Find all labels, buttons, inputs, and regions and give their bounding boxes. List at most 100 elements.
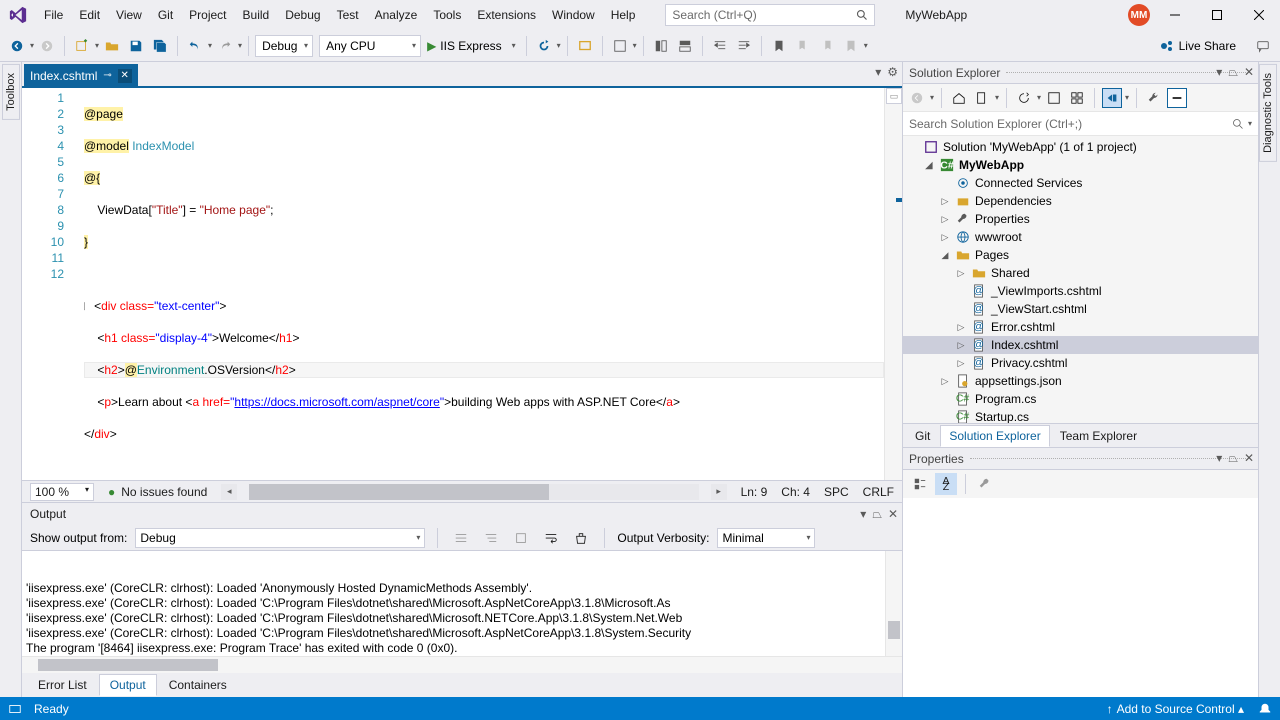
close-tab-button[interactable]: ✕ [118, 69, 132, 83]
indent-mode-label[interactable]: SPC [824, 485, 849, 499]
sol-refresh-button[interactable] [1014, 88, 1034, 108]
tree-viewimports[interactable]: @_ViewImports.cshtml [903, 282, 1258, 300]
output-tool-2[interactable] [480, 527, 502, 549]
open-file-button[interactable] [101, 35, 123, 57]
split-editor-button[interactable]: ▭ [886, 88, 902, 104]
sol-view-button[interactable] [1167, 88, 1187, 108]
bookmark-next-button[interactable] [816, 35, 838, 57]
toolbox-tab[interactable]: Toolbox [2, 64, 20, 120]
editor-marker-track[interactable]: ▭ [884, 88, 902, 480]
tree-wwwroot[interactable]: ▷wwwroot [903, 228, 1258, 246]
eol-mode-label[interactable]: CRLF [863, 485, 894, 499]
output-verbosity-dropdown[interactable]: Minimal [717, 528, 815, 548]
live-share-button[interactable]: Live Share [1151, 38, 1244, 54]
output-source-dropdown[interactable]: Debug [135, 528, 425, 548]
menu-help[interactable]: Help [603, 4, 644, 26]
global-search-input[interactable]: Search (Ctrl+Q) [665, 4, 875, 26]
code-area[interactable]: @page @model IndexModel @{ ViewData["Tit… [84, 88, 884, 480]
menu-extensions[interactable]: Extensions [469, 4, 544, 26]
tree-error-cshtml[interactable]: ▷@Error.cshtml [903, 318, 1258, 336]
sol-showall-button[interactable] [1067, 88, 1087, 108]
window-maximize-button[interactable] [1200, 3, 1234, 27]
panel-menu-icon[interactable]: ▾ [1216, 451, 1222, 466]
menu-edit[interactable]: Edit [71, 4, 108, 26]
tree-viewstart[interactable]: @_ViewStart.cshtml [903, 300, 1258, 318]
output-clear-button[interactable] [570, 527, 592, 549]
solution-explorer-header[interactable]: Solution Explorer ▾ ⏢ ✕ [903, 62, 1258, 84]
output-pin-icon[interactable]: ⏢ [872, 507, 882, 522]
sol-collapse-button[interactable] [1044, 88, 1064, 108]
tool-button-2[interactable] [650, 35, 672, 57]
browser-link-button[interactable] [574, 35, 596, 57]
sol-properties-button[interactable] [1144, 88, 1164, 108]
output-tool-3[interactable] [510, 527, 532, 549]
props-alphabetical-button[interactable]: AZ [935, 473, 957, 495]
menu-window[interactable]: Window [544, 4, 603, 26]
bottom-tab-error-list[interactable]: Error List [28, 675, 97, 695]
panel-close-icon[interactable]: ✕ [1244, 451, 1254, 466]
right-tab-git[interactable]: Git [907, 426, 938, 446]
right-tab-solution-explorer[interactable]: Solution Explorer [940, 425, 1049, 447]
output-hscrollbar[interactable] [22, 656, 902, 673]
outdent-button[interactable] [709, 35, 731, 57]
sol-home-button[interactable] [949, 88, 969, 108]
start-debugging-button[interactable]: ▶ IIS Express [423, 35, 520, 57]
tree-shared-folder[interactable]: ▷Shared [903, 264, 1258, 282]
solution-search-input[interactable]: Search Solution Explorer (Ctrl+;) ▾ [903, 112, 1258, 136]
tree-startup-cs[interactable]: C#Startup.cs [903, 408, 1258, 423]
build-config-dropdown[interactable]: Debug [255, 35, 313, 57]
user-avatar[interactable]: MM [1128, 4, 1150, 26]
sol-preview-button[interactable] [1102, 88, 1122, 108]
menu-file[interactable]: File [36, 4, 71, 26]
tool-button-3[interactable] [674, 35, 696, 57]
output-tool-1[interactable] [450, 527, 472, 549]
feedback-button[interactable] [1252, 35, 1274, 57]
solution-tree[interactable]: Solution 'MyWebApp' (1 of 1 project) ◢C#… [903, 136, 1258, 423]
caret-line-label[interactable]: Ln: 9 [741, 485, 768, 499]
output-close-icon[interactable]: ✕ [888, 507, 898, 522]
panel-menu-icon[interactable]: ▾ [1216, 65, 1222, 80]
hscroll-thumb[interactable] [249, 484, 549, 500]
tree-dependencies[interactable]: ▷Dependencies [903, 192, 1258, 210]
bookmark-clear-button[interactable] [840, 35, 862, 57]
document-tab-index[interactable]: Index.cshtml ⊸ ✕ [24, 64, 138, 86]
menu-project[interactable]: Project [181, 4, 234, 26]
tree-privacy-cshtml[interactable]: ▷@Privacy.cshtml [903, 354, 1258, 372]
nav-back-button[interactable] [6, 35, 28, 57]
tree-properties[interactable]: ▷Properties [903, 210, 1258, 228]
output-panel-header[interactable]: Output ▾ ⏢ ✕ [22, 503, 902, 525]
panel-pin-icon[interactable]: ⏢ [1228, 451, 1238, 466]
menu-debug[interactable]: Debug [277, 4, 328, 26]
code-editor[interactable]: 123456789101112 @page @model IndexModel … [22, 86, 902, 480]
menu-view[interactable]: View [108, 4, 150, 26]
bookmark-button[interactable] [768, 35, 790, 57]
menu-git[interactable]: Git [150, 4, 181, 26]
hscroll-left[interactable]: ◂ [221, 484, 237, 500]
properties-header[interactable]: Properties ▾ ⏢ ✕ [903, 448, 1258, 470]
tree-index-cshtml[interactable]: ▷@Index.cshtml [903, 336, 1258, 354]
save-all-button[interactable] [149, 35, 171, 57]
indent-button[interactable] [733, 35, 755, 57]
panel-pin-icon[interactable]: ⏢ [1228, 65, 1238, 80]
bottom-tab-output[interactable]: Output [99, 674, 157, 696]
hscroll-track[interactable] [249, 484, 698, 500]
sol-back-button[interactable] [907, 88, 927, 108]
tree-connected-services[interactable]: Connected Services [903, 174, 1258, 192]
menu-test[interactable]: Test [329, 4, 367, 26]
tree-appsettings[interactable]: ▷appsettings.json [903, 372, 1258, 390]
zoom-dropdown[interactable]: 100 %▾ [30, 483, 94, 501]
menu-analyze[interactable]: Analyze [367, 4, 426, 26]
diagnostic-tools-tab[interactable]: Diagnostic Tools [1259, 64, 1277, 162]
tree-pages-folder[interactable]: ◢Pages [903, 246, 1258, 264]
add-source-control-button[interactable]: ↑Add to Source Control ▴ [1107, 702, 1244, 716]
bottom-tab-containers[interactable]: Containers [159, 675, 237, 695]
tab-settings-button[interactable]: ⚙ [887, 65, 898, 79]
save-button[interactable] [125, 35, 147, 57]
undo-button[interactable] [184, 35, 206, 57]
props-categorized-button[interactable] [909, 473, 931, 495]
redo-button[interactable] [214, 35, 236, 57]
panel-close-icon[interactable]: ✕ [1244, 65, 1254, 80]
new-project-button[interactable] [71, 35, 93, 57]
right-tab-team-explorer[interactable]: Team Explorer [1052, 426, 1145, 446]
sol-sync-button[interactable] [972, 88, 992, 108]
